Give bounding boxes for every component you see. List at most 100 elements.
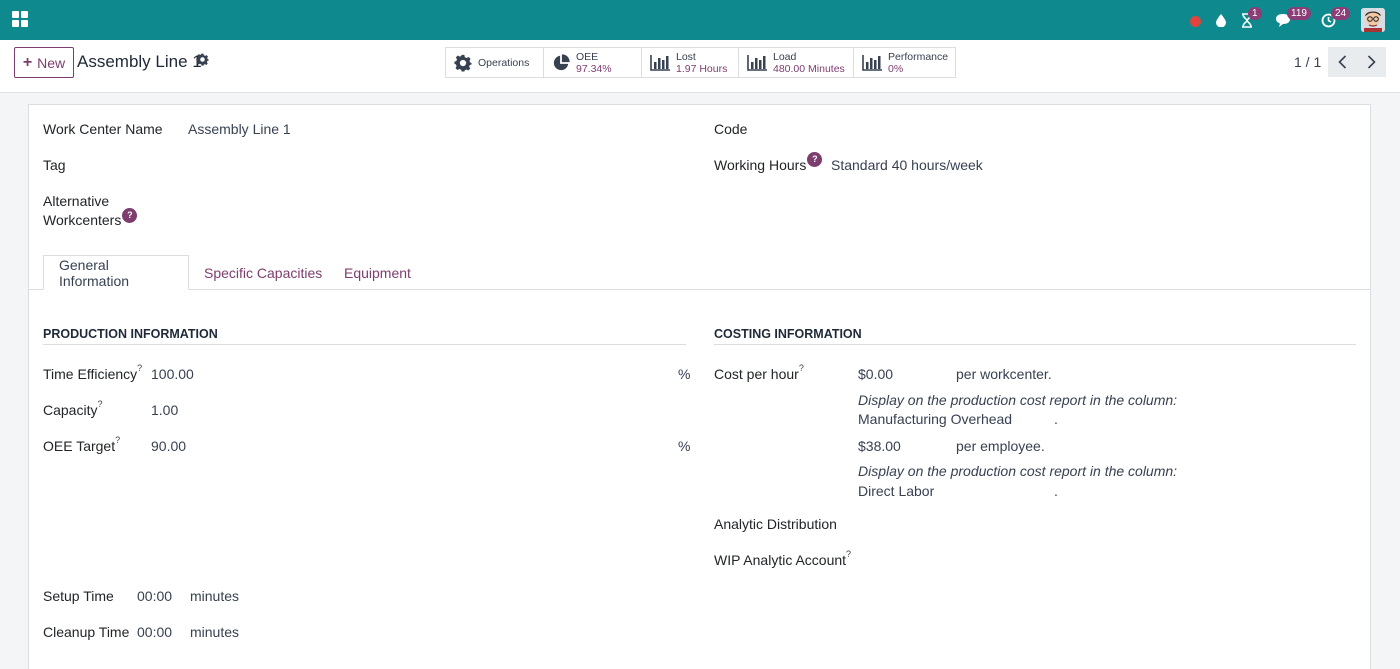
help-mark[interactable]: ? [137, 363, 142, 373]
work-center-name-label: Work Center Name [43, 121, 163, 137]
costing-information-title: COSTING INFORMATION [714, 327, 862, 341]
percent-unit: % [678, 366, 691, 382]
cost-per-employee-field[interactable]: $38.00 [858, 438, 901, 454]
activity-icon[interactable] [1239, 0, 1255, 40]
section-divider [714, 344, 1356, 345]
cost-report-note: Display on the production cost report in… [858, 392, 1178, 408]
setup-time-field[interactable]: 00:00 [137, 588, 172, 604]
lost-value: 1.97 Hours [676, 62, 728, 75]
tag-label: Tag [43, 157, 66, 173]
tab-general-information[interactable]: General Information [43, 255, 189, 290]
help-mark[interactable]: ? [115, 435, 120, 445]
working-hours-field[interactable]: Standard 40 hours/week [831, 157, 983, 173]
tab-equipment[interactable]: Equipment [329, 255, 426, 290]
pager-previous-button[interactable] [1328, 47, 1357, 77]
section-divider [43, 344, 686, 345]
actions-gear-icon[interactable] [196, 53, 209, 69]
tag-field[interactable] [188, 153, 688, 175]
gear-icon [454, 54, 472, 72]
wip-analytic-account-label-text: WIP Analytic Account [714, 552, 847, 568]
wip-analytic-account-label: WIP Analytic Account? [714, 549, 851, 568]
overhead-column-field[interactable]: Manufacturing Overhead [858, 411, 1012, 427]
help-mark[interactable]: ? [846, 549, 851, 559]
time-efficiency-label: Time Efficiency? [43, 363, 142, 382]
period-text: . [1054, 483, 1058, 499]
new-button[interactable]: + New [14, 47, 74, 78]
help-mark[interactable]: ? [97, 399, 102, 409]
capacity-label-text: Capacity [43, 402, 98, 418]
messages-badge: 119 [1287, 7, 1311, 20]
setup-time-unit: minutes [190, 588, 240, 604]
performance-label: Performance [888, 50, 949, 63]
performance-value: 0% [888, 62, 904, 75]
clock-icon[interactable] [1320, 0, 1336, 40]
work-center-name-field[interactable]: Assembly Line 1 [188, 121, 291, 137]
cleanup-time-field[interactable]: 00:00 [137, 624, 172, 640]
cleanup-time-unit: minutes [190, 624, 240, 640]
load-value: 480.00 Minutes [773, 62, 845, 75]
oee-target-field[interactable]: 90.00 [151, 438, 186, 454]
pie-chart-icon [553, 53, 570, 70]
help-icon[interactable]: ? [122, 208, 138, 223]
oee-target-label: OEE Target? [43, 435, 120, 454]
plus-icon: + [22, 53, 33, 71]
bar-chart-icon [747, 54, 767, 71]
smart-buttons: Operations OEE 97.34% Lost 1.97 Hours Load… [445, 47, 956, 78]
pager-value[interactable]: 1 / 1 [1294, 54, 1321, 70]
operations-label: Operations [478, 56, 530, 69]
labor-column-field[interactable]: Direct Labor [858, 483, 934, 499]
clock-badge: 24 [1331, 7, 1351, 20]
apps-menu-icon[interactable] [12, 11, 28, 27]
activity-badge: 1 [1248, 7, 1262, 20]
drop-icon[interactable] [1214, 0, 1228, 40]
per-workcenter-text: per workcenter. [956, 366, 1052, 382]
alternative-workcenters-field[interactable] [188, 205, 688, 227]
cost-per-hour-label-text: Cost per hour [714, 366, 799, 382]
production-information-title: PRODUCTION INFORMATION [43, 327, 218, 341]
bar-chart-icon [862, 54, 882, 71]
code-field[interactable] [830, 117, 1350, 139]
performance-button[interactable]: Performance 0% [854, 48, 955, 77]
messages-icon[interactable] [1274, 0, 1294, 40]
recording-indicator-icon[interactable] [1189, 0, 1202, 40]
bar-chart-icon [650, 54, 670, 71]
period-text: . [1054, 411, 1058, 427]
cost-per-hour-label: Cost per hour? [714, 363, 804, 382]
time-efficiency-label-text: Time Efficiency [43, 366, 138, 382]
operations-button[interactable]: Operations [446, 48, 544, 77]
analytic-distribution-field[interactable] [858, 512, 1348, 534]
top-navbar: 1 119 24 [0, 0, 1400, 40]
oee-button[interactable]: OEE 97.34% [544, 48, 642, 77]
alternative-workcenters-label: Workcenters? [43, 208, 138, 228]
time-efficiency-field[interactable]: 100.00 [151, 366, 194, 382]
form-sheet: Work Center Name Assembly Line 1 Tag Alt… [28, 104, 1371, 669]
cleanup-time-label: Cleanup Time [43, 624, 130, 640]
lost-button[interactable]: Lost 1.97 Hours [642, 48, 739, 77]
help-icon[interactable]: ? [807, 152, 823, 167]
setup-time-label: Setup Time [43, 588, 114, 604]
record-title: Assembly Line 1 [77, 52, 202, 71]
cost-per-hour-field[interactable]: $0.00 [858, 366, 893, 382]
pager-next-button[interactable] [1357, 47, 1386, 77]
alternative-workcenters-label-line2: Workcenters [43, 212, 122, 228]
capacity-label: Capacity? [43, 399, 102, 418]
oee-target-label-text: OEE Target [43, 438, 116, 454]
load-button[interactable]: Load 480.00 Minutes [739, 48, 854, 77]
oee-label: OEE [576, 50, 599, 63]
alternative-workcenters-label-line1: Alternative [43, 193, 110, 209]
help-mark[interactable]: ? [799, 363, 804, 373]
tab-specific-capacities[interactable]: Specific Capacities [189, 255, 337, 290]
working-hours-label: Working Hours? [714, 152, 823, 173]
cost-report-note: Display on the production cost report in… [858, 463, 1178, 479]
code-label: Code [714, 121, 748, 137]
working-hours-label-text: Working Hours [714, 157, 807, 173]
per-employee-text: per employee. [956, 438, 1045, 454]
load-label: Load [773, 50, 797, 63]
analytic-distribution-label: Analytic Distribution [714, 516, 837, 532]
chevron-right-icon [1367, 55, 1376, 69]
user-avatar[interactable] [1361, 8, 1385, 32]
percent-unit: % [678, 438, 691, 454]
lost-label: Lost [676, 50, 696, 63]
capacity-field[interactable]: 1.00 [151, 402, 178, 418]
wip-analytic-account-field[interactable] [858, 548, 1348, 570]
